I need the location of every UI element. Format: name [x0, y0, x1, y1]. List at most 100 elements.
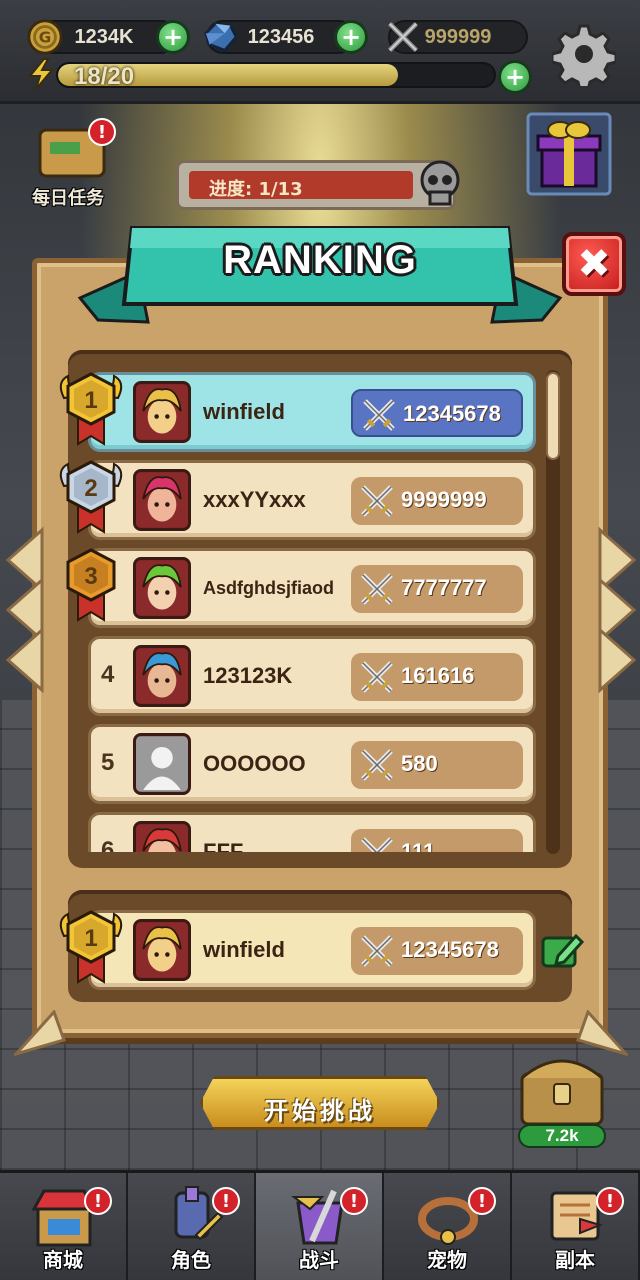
player-name: Asdfghdsjfiaod	[203, 578, 334, 598]
rank-number: 6	[101, 837, 115, 852]
gold-coin-icon: G	[27, 19, 63, 55]
player-power-pill: 7777777	[351, 565, 523, 613]
player-name: OOOOOO	[203, 751, 306, 776]
player-power-value: 111	[401, 839, 436, 852]
crossed-swords-icon	[359, 747, 395, 783]
ranking-row[interactable]: 4 123123K 161616	[88, 636, 536, 716]
player-power-value: 161616	[401, 663, 475, 688]
nav-alert-badge: !	[596, 1187, 624, 1215]
silver-medal-icon: 2	[54, 456, 128, 534]
crossed-swords-icon	[359, 483, 395, 519]
player-name: winfield	[203, 937, 285, 962]
crossed-swords-icon	[361, 397, 397, 433]
nav-item-dungeon[interactable]: ! 副本	[512, 1173, 640, 1280]
start-challenge-button[interactable]: 开始挑战	[200, 1076, 440, 1130]
nav-item-shop[interactable]: ! 商城	[0, 1173, 128, 1280]
ranking-scrollbar-thumb[interactable]	[546, 372, 560, 460]
panel-left-ornament	[5, 526, 44, 694]
nav-item-battle[interactable]: ! 战斗	[256, 1173, 384, 1280]
player-avatar	[133, 381, 191, 443]
crossed-swords-icon	[359, 571, 395, 607]
svg-text:2: 2	[84, 475, 97, 502]
treasure-chest-icon[interactable]	[514, 1044, 610, 1130]
edit-name-icon[interactable]	[540, 930, 584, 970]
gold-counter: G 1234K +	[27, 19, 190, 55]
player-power-value: 12345678	[401, 937, 499, 962]
rank-number: 5	[101, 749, 115, 776]
crossed-swords-icon	[359, 835, 395, 852]
player-avatar	[133, 645, 191, 707]
ranking-list[interactable]: winfield 12345678 xxxYYxxx 9999999 Asdfg…	[68, 364, 548, 852]
panel-corner-left	[14, 1010, 66, 1056]
top-bar: G 1234K + 123456 + 999999 18/20 +	[0, 0, 640, 104]
svg-text:1: 1	[84, 925, 97, 952]
close-x-icon: ✖	[577, 241, 611, 287]
nav-item-character[interactable]: ! 角色	[128, 1173, 256, 1280]
svg-text:G: G	[39, 29, 51, 47]
gem-icon	[204, 22, 238, 52]
energy-bolt-icon	[27, 58, 55, 90]
energy-bar: 18/20	[56, 62, 496, 88]
player-avatar	[133, 733, 191, 795]
player-avatar	[133, 821, 191, 852]
player-avatar	[133, 469, 191, 531]
close-button[interactable]: ✖	[562, 232, 626, 296]
self-rank-row[interactable]: winfield 12345678	[88, 910, 536, 990]
self-gold-medal-icon: 1	[54, 906, 128, 984]
player-power-value: 9999999	[401, 487, 487, 512]
svg-text:3: 3	[84, 563, 97, 590]
player-power-pill: 161616	[351, 653, 523, 701]
player-power-value: 12345678	[403, 401, 501, 426]
add-gem-button[interactable]: +	[334, 20, 368, 54]
bottom-nav: ! 商城! 角色! 战斗! 宠物! 副本	[0, 1170, 640, 1280]
start-challenge-label: 开始挑战	[264, 1097, 376, 1125]
background-progress-text: 进度: 1/13	[209, 179, 303, 200]
player-power-value: 580	[401, 751, 438, 776]
gem-counter: 123456 +	[204, 20, 368, 54]
add-gold-button[interactable]: +	[156, 20, 190, 54]
crossed-swords-icon	[388, 22, 418, 52]
nav-alert-badge: !	[468, 1187, 496, 1215]
player-name: FFF	[203, 839, 244, 852]
nav-label: 副本	[555, 1248, 595, 1272]
energy-value: 18/20	[74, 63, 135, 88]
nav-alert-badge: !	[84, 1187, 112, 1215]
skull-boss-icon	[420, 160, 460, 206]
nav-alert-badge: !	[340, 1187, 368, 1215]
chest-value: 7.2k	[518, 1124, 606, 1148]
nav-label: 商城	[43, 1248, 83, 1272]
nav-item-pet[interactable]: ! 宠物	[384, 1173, 512, 1280]
player-avatar	[133, 919, 191, 981]
settings-gear-icon[interactable]	[552, 22, 616, 86]
player-power-pill: 12345678	[351, 389, 523, 437]
player-avatar	[133, 557, 191, 619]
player-name: xxxYYxxx	[203, 487, 306, 512]
nav-label: 宠物	[427, 1248, 467, 1272]
ranking-row[interactable]: winfield 12345678	[88, 372, 536, 452]
player-power-value: 7777777	[401, 575, 487, 600]
player-power-pill: 9999999	[351, 477, 523, 525]
ranking-row[interactable]: 5 OOOOOO 580	[88, 724, 536, 804]
player-name: winfield	[203, 399, 285, 424]
rank-number: 4	[101, 661, 115, 688]
daily-tasks-label[interactable]: 每日任务	[32, 184, 104, 210]
nav-alert-badge: !	[212, 1187, 240, 1215]
gift-box-icon[interactable]	[526, 112, 612, 196]
nav-label: 战斗	[299, 1248, 339, 1272]
svg-text:1: 1	[84, 387, 97, 414]
crossed-swords-icon	[359, 933, 395, 969]
nav-label: 角色	[171, 1248, 211, 1272]
player-power-pill: 580	[351, 741, 523, 789]
ranking-title: RANKING	[223, 238, 417, 282]
player-power-pill: 111	[351, 829, 523, 852]
player-name: 123123K	[203, 663, 293, 688]
ranking-row[interactable]: xxxYYxxx 9999999	[88, 460, 536, 540]
ranking-row[interactable]: 6 FFF 111	[88, 812, 536, 852]
ranking-row[interactable]: Asdfghdsjfiaod 7777777	[88, 548, 536, 628]
gold-medal-icon: 1	[54, 368, 128, 446]
add-energy-button[interactable]: +	[498, 60, 532, 94]
daily-task-alert-badge: !	[88, 118, 116, 146]
player-power-pill: 12345678	[351, 927, 523, 975]
crossed-swords-icon	[359, 659, 395, 695]
bronze-medal-icon: 3	[54, 544, 128, 622]
